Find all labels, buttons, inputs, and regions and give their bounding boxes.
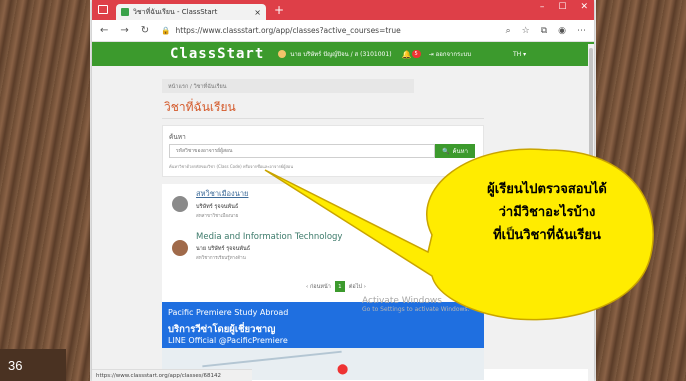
bell-icon[interactable]: 🔔 — [402, 50, 412, 59]
callout-line-3: ที่เป็นวิชาที่ฉันเรียน — [493, 228, 601, 243]
search-hint: ค้นหาวิชาด้วยรหัสของวิชา (Class Code) หร… — [169, 164, 294, 169]
callout-text: ผู้เรียนไปตรวจสอบได้ ว่ามีวิชาอะไรบ้าง ท… — [452, 178, 642, 247]
course-teacher: บริษัทร์ รุจจนพันธ์ — [196, 204, 239, 210]
site-header: ClassStart นาย บริษัทร์ ปัญญ์ปิจน / ส (3… — [92, 42, 594, 66]
more-options-icon[interactable]: ⋯ — [577, 26, 586, 36]
windows-watermark: Activate Windows Go to Settings to activ… — [362, 296, 469, 313]
divider — [162, 118, 484, 119]
search-label: ค้นหา — [169, 133, 186, 141]
course-subtitle: สหวิชาการเรียนรู้ทางด้าน — [196, 256, 246, 261]
maximize-button[interactable]: ☐ — [558, 2, 566, 12]
ad-subtitle: บริการวีซ่าโดยผู้เชี่ยวชาญ — [168, 324, 276, 335]
back-icon[interactable]: ← — [100, 25, 108, 36]
search-button-label: ค้นหา — [452, 149, 468, 155]
new-tab-button[interactable]: + — [274, 2, 284, 18]
pagination: ‹ ก่อนหน้า 1 ต่อไป › — [306, 281, 366, 292]
tab-close-icon[interactable]: × — [254, 8, 261, 17]
url-field[interactable]: 🔒 https://www.classstart.org/app/classes… — [161, 26, 493, 35]
map-road — [202, 350, 342, 368]
url-text: https://www.classstart.org/app/classes?a… — [175, 26, 401, 35]
callout-line-2: ว่ามีวิชาอะไรบ้าง — [498, 205, 596, 220]
window-menu-icon[interactable] — [98, 5, 108, 14]
slide-left-border — [0, 0, 90, 381]
search-button[interactable]: 🔍 ค้นหา — [435, 144, 475, 158]
slide-number-text: 36 — [8, 358, 23, 373]
notification-badge: 5 — [411, 50, 421, 58]
search-input[interactable] — [169, 144, 435, 158]
list-item[interactable]: สหวิชาเมืองนาย บริษัทร์ รุจจนพันธ์ สหสาข… — [172, 188, 248, 219]
page-1-button[interactable]: 1 — [334, 281, 345, 292]
user-menu[interactable]: นาย บริษัทร์ ปัญญ์ปิจน / ส (3101001) — [278, 49, 392, 59]
slide-number: 36 — [0, 349, 66, 381]
zoom-icon[interactable]: ⌕ — [506, 26, 511, 36]
list-item[interactable]: Media and Information Technology นาย บริ… — [172, 232, 342, 261]
profile-icon[interactable]: ◉ — [558, 26, 566, 36]
course-subtitle: สหสาขาวิชาเมืองนาย — [196, 214, 239, 219]
course-name-link[interactable]: Media and Information Technology — [196, 232, 342, 242]
user-avatar-icon — [278, 50, 287, 58]
search-card: ค้นหา 🔍 ค้นหา ค้นหาวิชาด้วยรหัสของวิชา (… — [162, 125, 484, 177]
search-icon: 🔍 — [442, 148, 450, 155]
callout-line-1: ผู้เรียนไปตรวจสอบได้ — [487, 182, 607, 197]
classstart-favicon-icon — [121, 8, 129, 16]
collections-icon[interactable]: ⧉ — [541, 26, 547, 36]
prev-page-button[interactable]: ‹ ก่อนหน้า — [306, 283, 331, 291]
forward-icon[interactable]: → — [120, 25, 128, 36]
watermark-sub: Go to Settings to activate Windows. — [362, 306, 470, 313]
status-url: https://www.classstart.org/app/classes/6… — [92, 369, 252, 381]
close-window-button[interactable]: ✕ — [580, 2, 588, 12]
language-selector[interactable]: TH ▾ — [513, 51, 526, 58]
browser-titlebar: วิชาที่ฉันเรียน - ClassStart × + – ☐ ✕ — [92, 0, 594, 20]
breadcrumb[interactable]: หน้าแรก / วิชาที่ฉันเรียน — [162, 79, 414, 93]
course-teacher: นาย บริษัทร์ รุจจนพันธ์ — [196, 246, 251, 252]
user-name: นาย บริษัทร์ ปัญญ์ปิจน / ส (3101001) — [290, 51, 392, 58]
logout-link[interactable]: ⇥ ออกจากระบบ — [429, 49, 471, 59]
course-name-link[interactable]: สหวิชาเมืองนาย — [196, 188, 248, 200]
tab-title: วิชาที่ฉันเรียน - ClassStart — [133, 7, 218, 16]
course-thumbnail — [172, 240, 188, 256]
address-bar: ← → ↻ 🔒 https://www.classstart.org/app/c… — [92, 20, 594, 42]
course-thumbnail — [172, 196, 188, 212]
page-title: วิชาที่ฉันเรียน — [164, 100, 236, 114]
ad-title: Pacific Premiere Study Abroad — [168, 308, 289, 317]
logout-label: ออกจากระบบ — [435, 51, 472, 58]
window-controls: – ☐ ✕ — [540, 2, 588, 12]
reload-icon[interactable]: ↻ — [141, 25, 149, 36]
ad-line: LINE Official @PacificPremiere — [168, 336, 288, 345]
minimize-button[interactable]: – — [540, 2, 545, 12]
lock-icon: 🔒 — [161, 26, 171, 35]
browser-tab[interactable]: วิชาที่ฉันเรียน - ClassStart × — [116, 4, 266, 20]
next-page-button[interactable]: ต่อไป › — [349, 283, 366, 291]
map-pin-icon: ⬤ — [337, 364, 349, 375]
watermark-title: Activate Windows — [362, 296, 442, 306]
site-logo[interactable]: ClassStart — [170, 46, 264, 62]
favorite-icon[interactable]: ☆ — [522, 26, 530, 36]
